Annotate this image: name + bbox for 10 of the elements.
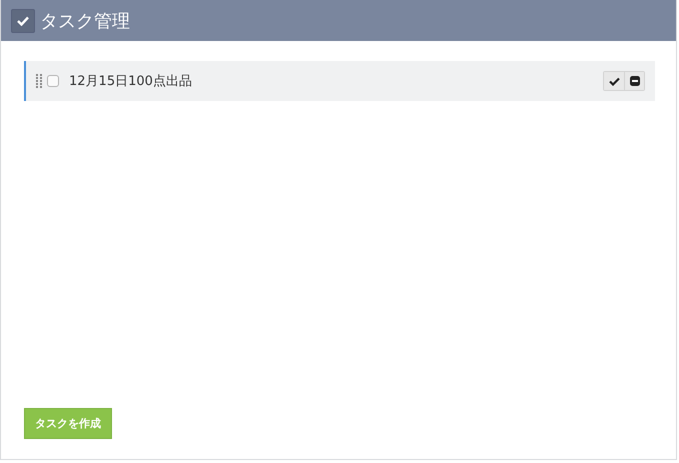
check-icon — [608, 76, 620, 86]
create-task-button[interactable]: タスクを作成 — [24, 408, 112, 439]
drag-handle-icon[interactable] — [36, 74, 42, 88]
panel-title: タスク管理 — [40, 10, 130, 32]
check-icon — [11, 8, 35, 32]
task-label: 12月15日100点出品 — [69, 73, 193, 90]
minus-icon — [630, 76, 640, 86]
complete-button[interactable] — [604, 72, 624, 90]
task-checkbox[interactable] — [47, 75, 59, 87]
remove-button[interactable] — [624, 72, 644, 90]
